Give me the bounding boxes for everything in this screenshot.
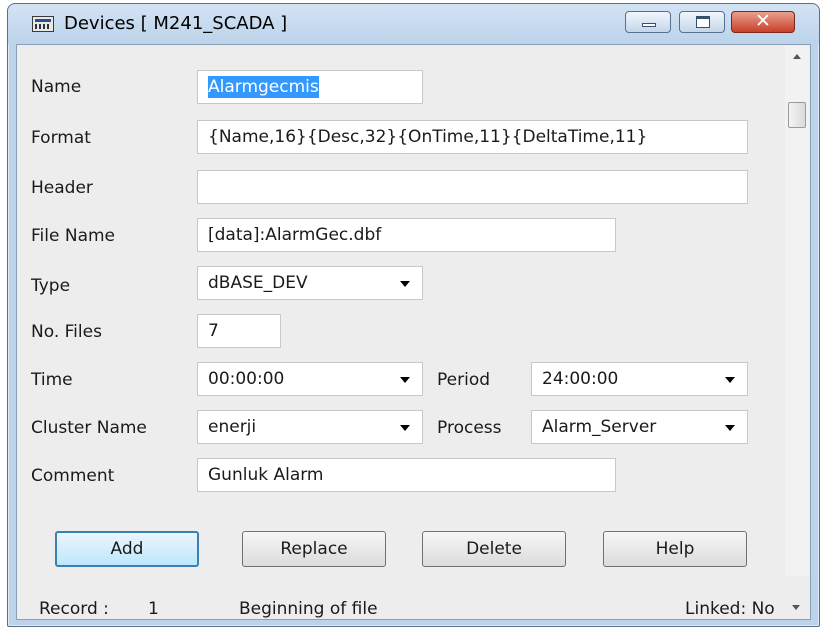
linked-status: Linked: No — [685, 599, 775, 619]
period-label: Period — [437, 370, 491, 390]
chevron-down-icon[interactable] — [725, 377, 735, 383]
process-value: Alarm_Server — [542, 417, 657, 437]
chevron-down-icon[interactable] — [400, 281, 410, 287]
no-files-label: No. Files — [31, 322, 102, 342]
header-label: Header — [31, 178, 93, 198]
chevron-down-icon[interactable] — [725, 425, 735, 431]
title-bar[interactable]: Devices [ M241_SCADA ] ✕ — [8, 4, 819, 44]
type-select[interactable]: dBASE_DEV — [197, 266, 423, 300]
scroll-down-icon[interactable] — [792, 605, 800, 610]
close-icon: ✕ — [755, 10, 771, 32]
name-label: Name — [31, 77, 82, 97]
add-button[interactable]: Add — [55, 531, 199, 567]
devices-window: Devices [ M241_SCADA ] ✕ Name Alarmgecmi… — [7, 3, 820, 627]
process-label: Process — [437, 418, 502, 438]
type-value: dBASE_DEV — [208, 273, 308, 293]
format-input[interactable]: {Name,16}{Desc,32}{OnTime,11}{DeltaTime,… — [197, 120, 748, 154]
file-name-label: File Name — [31, 226, 116, 246]
close-button[interactable]: ✕ — [731, 10, 795, 33]
type-label: Type — [31, 276, 71, 296]
delete-button[interactable]: Delete — [422, 531, 566, 567]
replace-button[interactable]: Replace — [242, 531, 386, 567]
header-input[interactable] — [197, 170, 748, 204]
cluster-name-label: Cluster Name — [31, 418, 147, 438]
period-select[interactable]: 24:00:00 — [531, 362, 748, 396]
window-app-icon[interactable] — [32, 16, 54, 32]
period-value: 24:00:00 — [542, 369, 619, 389]
file-name-input[interactable]: [data]:AlarmGec.dbf — [197, 218, 616, 252]
chevron-down-icon[interactable] — [400, 377, 410, 383]
minimize-icon — [642, 23, 656, 27]
record-number: 1 — [148, 599, 159, 619]
form-panel: Name Alarmgecmis Format {Name,16}{Desc,3… — [16, 44, 811, 620]
time-value: 00:00:00 — [208, 369, 285, 389]
comment-input[interactable]: Gunluk Alarm — [197, 458, 616, 492]
minimize-button[interactable] — [625, 11, 671, 33]
cluster-name-value: enerji — [208, 417, 257, 437]
record-label: Record : — [39, 599, 109, 619]
chevron-down-icon[interactable] — [400, 425, 410, 431]
vertical-scrollbar[interactable] — [785, 46, 809, 576]
window-title: Devices [ M241_SCADA ] — [64, 13, 288, 34]
file-position-text: Beginning of file — [239, 599, 378, 619]
format-label: Format — [31, 128, 91, 148]
time-label: Time — [31, 370, 73, 390]
scroll-thumb[interactable] — [788, 102, 806, 128]
maximize-button[interactable] — [679, 11, 725, 33]
cluster-name-select[interactable]: enerji — [197, 410, 423, 444]
time-select[interactable]: 00:00:00 — [197, 362, 423, 396]
name-input[interactable]: Alarmgecmis — [197, 70, 423, 104]
scroll-up-icon[interactable] — [793, 54, 801, 59]
comment-label: Comment — [31, 466, 115, 486]
process-select[interactable]: Alarm_Server — [531, 410, 748, 444]
no-files-input[interactable]: 7 — [197, 314, 281, 348]
name-value: Alarmgecmis — [208, 76, 319, 98]
maximize-icon — [696, 16, 710, 28]
help-button[interactable]: Help — [603, 531, 747, 567]
